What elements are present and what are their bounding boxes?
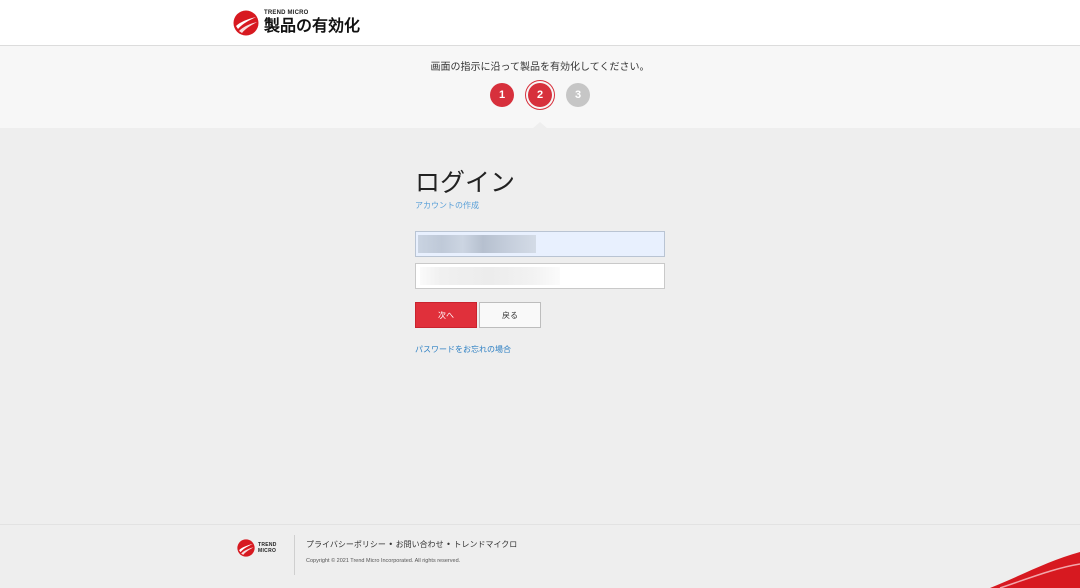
current-step-pointer: [532, 122, 548, 129]
steps-instruction: 画面の指示に沿って製品を有効化してください。: [430, 62, 650, 73]
next-button[interactable]: 次へ: [415, 302, 477, 328]
forgot-password-link[interactable]: パスワードをお忘れの場合: [415, 344, 511, 355]
trend-micro-logo: TREND MICRO 製品の有効化: [233, 8, 360, 38]
header: TREND MICRO 製品の有効化: [0, 0, 1080, 46]
page-title: 製品の有効化: [264, 15, 361, 35]
steps-band: 画面の指示に沿って製品を有効化してください。 1 2 3: [0, 46, 1080, 128]
back-button[interactable]: 戻る: [479, 302, 541, 328]
email-field[interactable]: [415, 231, 665, 257]
footer: TREND MICRO プライバシーポリシー • お問い合わせ • トレンドマイ…: [0, 524, 1080, 588]
create-account-link[interactable]: アカウントの作成: [415, 200, 479, 211]
step-1: 1: [490, 83, 514, 107]
trend-micro-ball-icon: [233, 10, 259, 36]
password-field[interactable]: [415, 263, 665, 289]
trend-micro-ball-icon: [237, 539, 255, 557]
footer-logo: TREND MICRO: [237, 539, 277, 557]
copyright: Copyright © 2021 Trend Micro Incorporate…: [306, 558, 461, 564]
login-title: ログイン: [415, 168, 516, 197]
step-3: 3: [566, 83, 590, 107]
footer-divider: [294, 535, 295, 575]
footer-swoosh-graphic: [990, 552, 1080, 588]
footer-brand-line2: MICRO: [258, 548, 277, 554]
step-2: 2: [528, 83, 552, 107]
footer-links[interactable]: プライバシーポリシー • お問い合わせ • トレンドマイクロ: [306, 539, 517, 550]
